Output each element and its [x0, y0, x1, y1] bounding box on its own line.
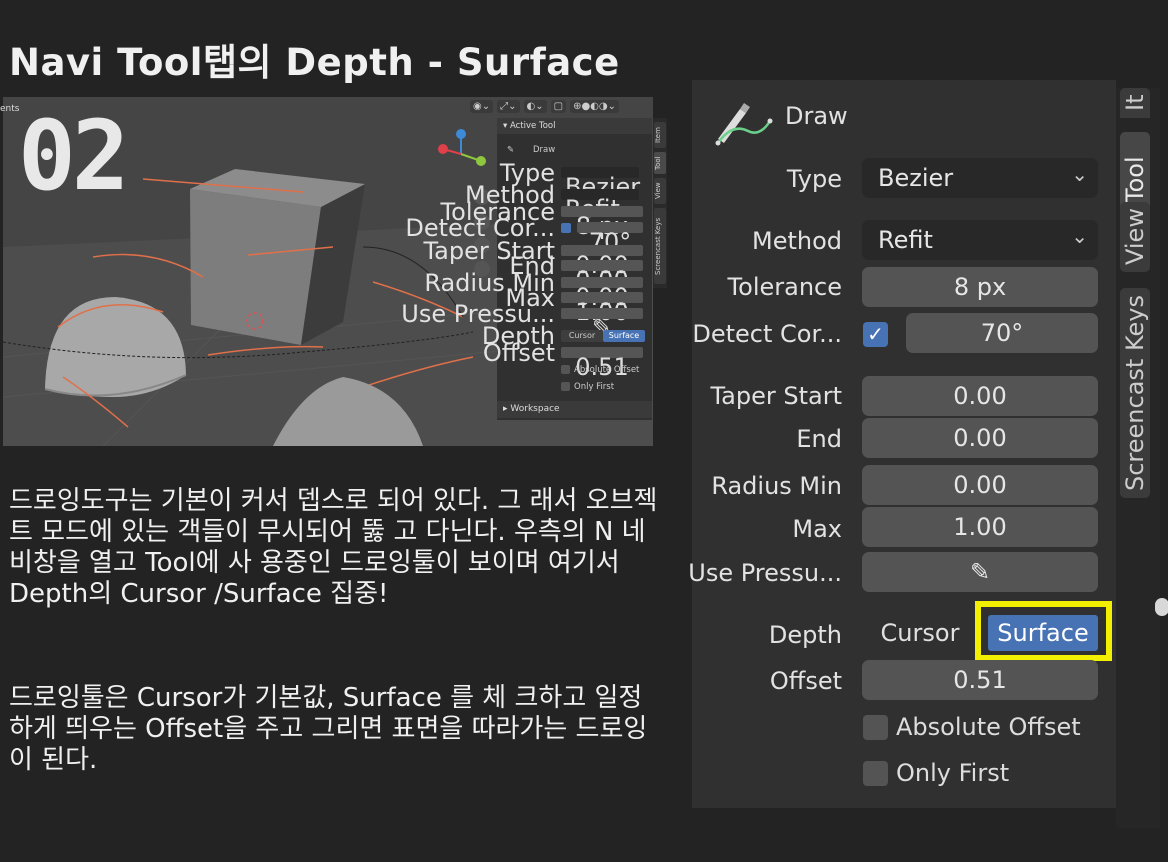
absolute-offset-checkbox[interactable] — [863, 715, 888, 740]
thumbnail-detect-field[interactable]: 70° — [577, 222, 643, 256]
panel-top-strip — [692, 80, 1116, 88]
tab-view[interactable]: View — [1120, 202, 1150, 272]
thumbnail-tab-tool[interactable]: Tool — [654, 152, 666, 174]
only-first-checkbox[interactable] — [863, 761, 888, 786]
radius-max-label: Max — [792, 515, 842, 543]
detect-corners-angle-field[interactable]: 70° — [906, 313, 1098, 353]
type-label: Type — [786, 165, 842, 193]
thumbnail-corner-label: ents — [0, 104, 20, 114]
thumbnail-tab-view[interactable]: View — [654, 178, 666, 204]
use-pressure-toggle[interactable]: ✎ — [862, 552, 1098, 592]
thumbnail-workspace-label: Workspace — [510, 404, 560, 414]
draw-tool-icon — [712, 95, 774, 153]
type-dropdown[interactable]: Bezier — [862, 154, 1098, 198]
taper-start-label: Taper Start — [710, 382, 842, 410]
thumbnail-tool-name: Draw — [533, 145, 556, 155]
thumbnail-type-dropdown[interactable]: Bezier — [561, 167, 640, 201]
method-label: Method — [751, 227, 842, 255]
thumbnail-active-tool-header[interactable]: ▾ Active Tool — [497, 118, 652, 134]
tab-item[interactable]: It — [1120, 88, 1150, 118]
depth-label: Depth — [768, 621, 842, 649]
surface-highlight-box — [975, 601, 1112, 661]
thumbnail-depth-surface-button[interactable]: Surface — [603, 330, 645, 342]
thumbnail-sidebar-panel: ▾ Active Tool ✎ Draw TypeBezier MethodRe… — [401, 118, 652, 420]
thumbnail-sidebar-tabs: Item Tool View Screencast Keys — [653, 118, 667, 288]
radius-min-label: Radius Min — [711, 472, 842, 500]
thumbnail-pressure-icon[interactable]: ✎ — [561, 308, 643, 342]
thumbnail-offset-label: Offset — [482, 339, 555, 367]
thumbnail-method-dropdown[interactable]: Refit — [561, 189, 639, 223]
thumbnail-detect-label: Detect Cor... — [405, 214, 555, 242]
sidebar-tabs: It Tool View Screencast Keys — [1116, 88, 1160, 828]
gizmo-icon[interactable]: ⤢⌄ — [497, 100, 520, 113]
offset-field[interactable]: 0.51 — [862, 660, 1098, 700]
xray-icon[interactable]: ▢ — [550, 100, 567, 113]
scrollbar-handle[interactable] — [1155, 598, 1168, 616]
taper-end-label: End — [796, 425, 842, 453]
thumbnail-tolerance-field[interactable]: 8 px — [561, 206, 643, 240]
thumbnail-tab-screencast[interactable]: Screencast Keys — [654, 208, 666, 284]
only-first-label: Only First — [896, 759, 1010, 787]
tab-screencast-keys[interactable]: Screencast Keys — [1120, 288, 1150, 498]
eye-icon[interactable]: ◉⌄ — [470, 100, 494, 113]
radius-max-field[interactable]: 1.00 — [862, 507, 1098, 547]
description-paragraph-1: 드로잉도구는 기본이 커서 뎁스로 되어 있다. 그 래서 오브젝트 모드에 있… — [9, 486, 658, 609]
thumbnail-type-label: Type — [499, 159, 555, 187]
overlay-icon[interactable]: ◐⌄ — [523, 100, 547, 113]
thumbnail-max-field[interactable]: 1.00 — [561, 292, 643, 326]
offset-label: Offset — [769, 667, 842, 695]
tolerance-field[interactable]: 8 px — [862, 267, 1098, 307]
radius-min-field[interactable]: 0.00 — [862, 465, 1098, 505]
detect-corners-label: Detect Cor... — [692, 320, 842, 348]
tolerance-label: Tolerance — [727, 273, 842, 301]
thumbnail-depth-cursor-button[interactable]: Cursor — [561, 330, 603, 342]
taper-end-field[interactable]: 0.00 — [862, 418, 1098, 458]
thumbnail-workspace-header[interactable]: ▸ Workspace — [497, 401, 652, 418]
viewport-toolbar: ◉⌄ ⤢⌄ ◐⌄ ▢ ⊕●◐◑⌄ — [470, 100, 619, 113]
thumbnail-only-first-label: Only First — [574, 382, 615, 392]
use-pressure-label: Use Pressu... — [688, 559, 842, 587]
pen-pressure-icon: ✎ — [969, 558, 991, 586]
thumbnail-only-first-checkbox[interactable] — [561, 382, 570, 391]
shading-icon[interactable]: ⊕●◐◑⌄ — [570, 100, 619, 113]
thumbnail-taper-start-field[interactable]: 0.00 — [561, 245, 643, 279]
page-title: Navi Tool탭의 Depth - Surface — [9, 41, 620, 84]
description-paragraph-2: 드로잉툴은 Cursor가 기본값, Surface 를 체 크하고 일정하게 … — [9, 683, 648, 775]
thumbnail-offset-field[interactable]: 0.51 — [561, 347, 643, 381]
thumbnail-radius-min-field[interactable]: 0.00 — [561, 277, 643, 311]
depth-cursor-button[interactable]: Cursor — [870, 614, 970, 652]
thumbnail-absolute-offset-checkbox[interactable] — [561, 365, 570, 374]
thumbnail-draw-icon: ✎ — [507, 145, 515, 155]
method-dropdown[interactable]: Refit — [862, 216, 1098, 260]
thumbnail-use-pressure-label: Use Pressu... — [401, 300, 555, 328]
thumbnail-active-tool-label: Active Tool — [509, 121, 556, 131]
taper-start-field[interactable]: 0.00 — [862, 376, 1098, 416]
thumbnail-absolute-offset-label: Absolute Offset — [574, 365, 640, 375]
thumbnail-end-field[interactable]: 0.00 — [561, 260, 643, 294]
thumbnail-detect-checkbox[interactable] — [561, 223, 571, 233]
step-number: 02 — [18, 100, 130, 212]
detect-corners-checkbox[interactable]: ✓ — [863, 322, 888, 347]
absolute-offset-label: Absolute Offset — [896, 713, 1081, 741]
thumbnail-tab-item[interactable]: Item — [654, 122, 666, 148]
tool-name: Draw — [785, 102, 848, 130]
